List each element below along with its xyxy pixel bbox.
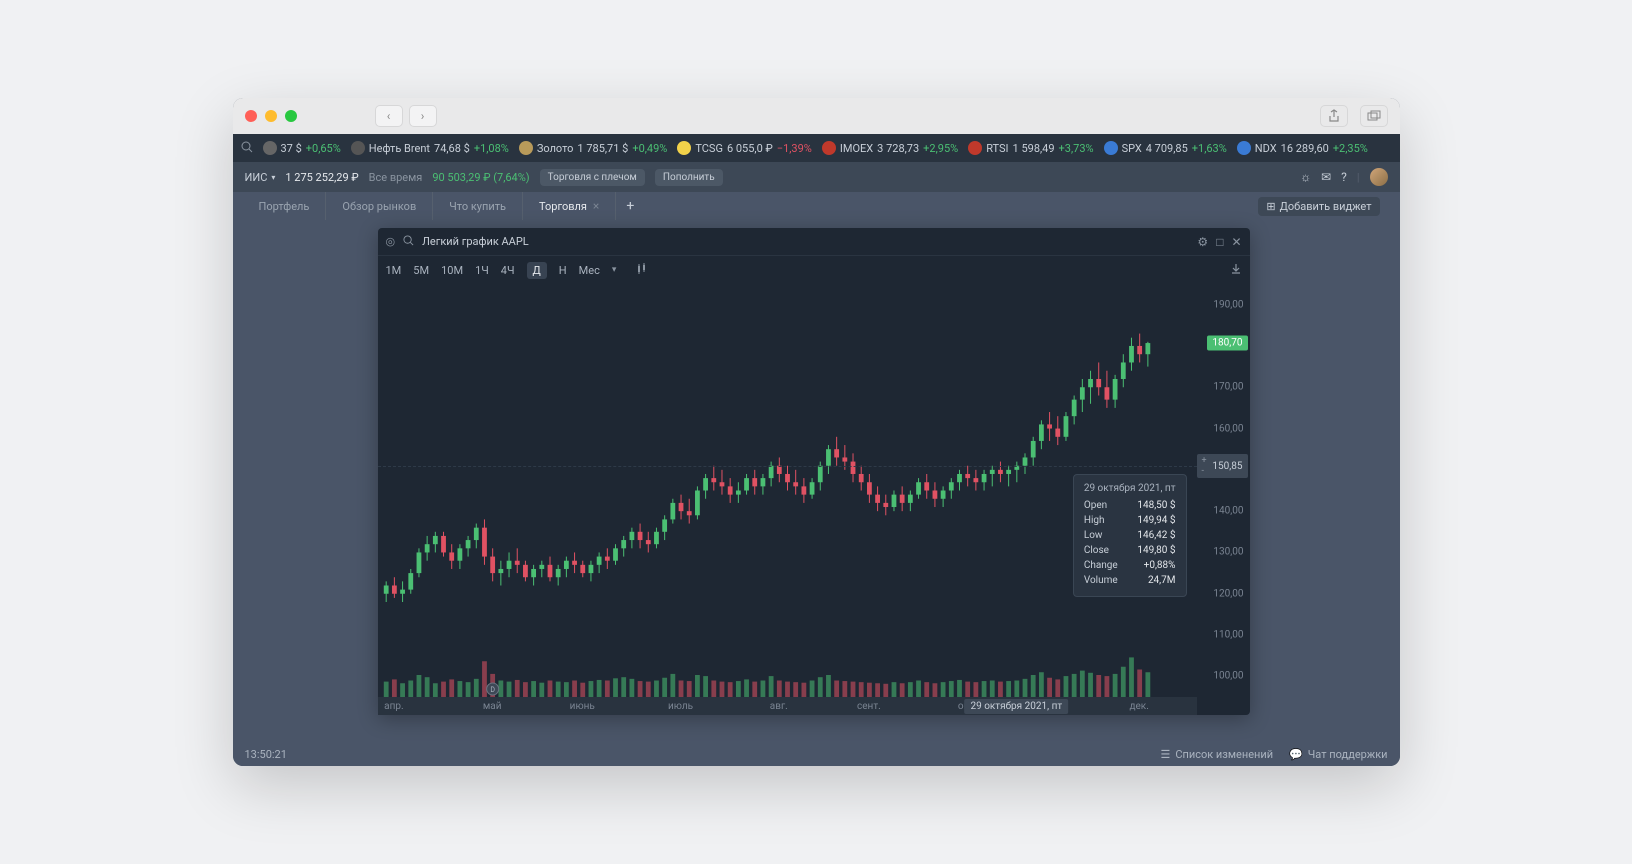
ticker-item[interactable]: 37 $+0,65% [263, 141, 341, 155]
panel-title: Легкий график AAPL [422, 235, 529, 248]
nav-buttons: ‹ › [375, 105, 437, 127]
settings-icon[interactable]: ⚙ [1197, 235, 1208, 249]
margin-chip[interactable]: Торговля с плечом [540, 169, 645, 186]
close-icon[interactable]: ✕ [1231, 235, 1241, 249]
ticker-bar: 37 $+0,65% Нефть Brent74,68 $+1,08% Золото… [233, 134, 1400, 162]
account-selector[interactable]: ИИС ▾ [245, 171, 276, 184]
timeframe-1Ч[interactable]: 1Ч [475, 264, 489, 277]
mail-icon[interactable]: ✉ [1321, 170, 1331, 184]
chat-icon: 💬 [1289, 748, 1303, 761]
timeframe-1М[interactable]: 1М [386, 264, 402, 277]
app-window: ‹ › 37 $+0,65% Нефть Brent74,68 $+1,08% Зо… [233, 98, 1400, 766]
back-button[interactable]: ‹ [375, 105, 403, 127]
changelog-link[interactable]: ☰ Список изменений [1160, 748, 1273, 761]
tabs-bar: ПортфельОбзор рынковЧто купитьТорговля× … [233, 192, 1400, 220]
chevron-down-icon[interactable]: ▾ [612, 265, 617, 275]
chart-body[interactable]: D 29 октября 2021, пт Open148,50 $High14… [378, 284, 1250, 715]
tab-close-icon[interactable]: × [593, 199, 599, 213]
chevron-down-icon: ▾ [271, 173, 275, 182]
download-icon[interactable] [1230, 263, 1242, 278]
balance-value: 1 275 252,29 ₽ [285, 171, 358, 184]
traffic-lights [245, 110, 297, 122]
help-icon[interactable]: ? [1341, 170, 1347, 184]
support-chat-link[interactable]: 💬 Чат поддержки [1289, 748, 1387, 761]
theme-icon[interactable]: ☼ [1300, 170, 1311, 184]
plot-area[interactable]: D 29 октября 2021, пт Open148,50 $High14… [378, 284, 1197, 697]
avatar[interactable] [1370, 168, 1388, 186]
list-icon: ☰ [1160, 748, 1170, 761]
clock: 13:50:21 [245, 748, 287, 761]
close-icon[interactable] [245, 110, 257, 122]
widget-icon: ⊞ [1266, 200, 1275, 213]
ticker-item[interactable]: NDX16 289,60+2,35% [1237, 141, 1368, 155]
tab-портфель[interactable]: Портфель [243, 192, 327, 220]
ticker-item[interactable]: SPX4 709,85+1,63% [1104, 141, 1227, 155]
expand-icon[interactable]: □ [1216, 235, 1223, 249]
y-axis: 190,00180,00170,00160,00150,00140,00130,… [1197, 284, 1250, 697]
svg-text:D: D [490, 686, 495, 694]
alltime-value: 90 503,29 ₽ (7,64%) [432, 171, 529, 184]
timeframe-5М[interactable]: 5М [413, 264, 429, 277]
search-icon[interactable] [241, 141, 253, 156]
account-bar: ИИС ▾ 1 275 252,29 ₽ Все время 90 503,29… [233, 162, 1400, 192]
minimize-icon[interactable] [265, 110, 277, 122]
add-tab-button[interactable]: + [616, 198, 644, 214]
alltime-label: Все время [369, 171, 423, 184]
share-icon[interactable] [1320, 105, 1348, 127]
panel-toolbar: 1М 5М 10М 1Ч 4Ч ДН Мес ▾ [378, 256, 1250, 284]
timeframe-Н[interactable]: Н [559, 264, 567, 277]
footer: 13:50:21 ☰ Список изменений 💬 Чат поддер… [233, 742, 1400, 766]
ticker-item[interactable]: Нефть Brent74,68 $+1,08% [351, 141, 509, 155]
forward-button[interactable]: › [409, 105, 437, 127]
tooltip-date: 29 октября 2021, пт [1084, 483, 1176, 494]
ticker-item[interactable]: IMOEX3 728,73+2,95% [822, 141, 958, 155]
chart-panel: ◎ Легкий график AAPL ⚙ □ ✕ 1М 5М 10М 1Ч 4Ч ДН… [378, 228, 1250, 715]
timeframe-10М[interactable]: 10М [441, 264, 463, 277]
tab-торговля[interactable]: Торговля× [523, 192, 616, 220]
timeframe-4Ч[interactable]: 4Ч [501, 264, 515, 277]
target-icon[interactable]: ◎ [386, 235, 396, 248]
candlestick-icon[interactable] [636, 263, 648, 278]
x-axis: апр.майиюньиюльавг.сент.окт.дек.29 октяб… [378, 697, 1197, 715]
deposit-chip[interactable]: Пополнить [655, 169, 723, 186]
tabs-icon[interactable] [1360, 105, 1388, 127]
timeframe-Мес[interactable]: Мес [579, 264, 600, 277]
maximize-icon[interactable] [285, 110, 297, 122]
timeframe-Д[interactable]: Д [527, 262, 547, 279]
ticker-item[interactable]: RTSI1 598,49+3,73% [968, 141, 1093, 155]
tab-что купить[interactable]: Что купить [433, 192, 523, 220]
search-icon[interactable] [403, 235, 414, 249]
ticker-item[interactable]: TCSG6 055,0 ₽−1,39% [677, 141, 812, 155]
add-widget-button[interactable]: ⊞ Добавить виджет [1258, 197, 1379, 216]
titlebar: ‹ › [233, 98, 1400, 134]
tab-обзор рынков[interactable]: Обзор рынков [326, 192, 433, 220]
ticker-item[interactable]: Золото1 785,71 $+0,49% [519, 141, 668, 155]
panel-header: ◎ Легкий график AAPL ⚙ □ ✕ [378, 228, 1250, 256]
chart-tooltip: 29 октября 2021, пт Open148,50 $High149,… [1073, 474, 1187, 597]
